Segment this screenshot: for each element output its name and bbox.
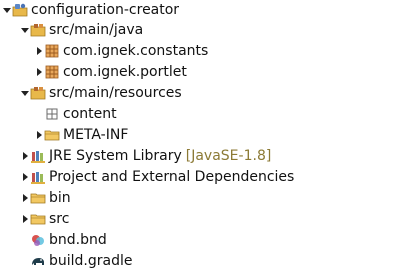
tree-item-package-constants[interactable]: com.ignek.constants <box>0 41 208 61</box>
bnd-file-icon <box>30 232 46 248</box>
folder-icon <box>30 190 46 206</box>
tree-item-label: content <box>63 106 117 122</box>
tree-item-bin[interactable]: bin <box>0 188 71 208</box>
jre-version-decoration: [JavaSE-1.8] <box>185 148 272 164</box>
library-icon <box>30 169 46 185</box>
chevron-right-icon[interactable] <box>34 41 44 61</box>
tree-item-content[interactable]: content <box>0 104 117 124</box>
chevron-right-icon[interactable] <box>34 125 44 145</box>
tree-item-jre-system-library[interactable]: JRE System Library [JavaSE-1.8] <box>0 146 271 166</box>
chevron-right-icon[interactable] <box>20 209 30 229</box>
tree-item-label: src/main/resources <box>49 85 182 101</box>
folder-icon <box>44 127 60 143</box>
tree-item-label: configuration-creator <box>31 2 180 18</box>
tree-item-label: build.gradle <box>49 253 133 269</box>
package-icon <box>44 43 60 59</box>
source-folder-icon <box>30 22 46 38</box>
library-icon <box>30 148 46 164</box>
tree-item-src[interactable]: src <box>0 209 69 229</box>
chevron-right-icon[interactable] <box>20 167 30 187</box>
tree-item-src-main-resources[interactable]: src/main/resources <box>0 83 182 103</box>
project-explorer-tree: configuration-creator src/main/java com.… <box>0 0 402 274</box>
tree-item-label: com.ignek.constants <box>63 43 209 59</box>
tree-item-label: com.ignek.portlet <box>63 64 187 80</box>
gradle-project-icon <box>12 2 28 18</box>
tree-item-label: bin <box>49 190 71 206</box>
folder-icon <box>30 211 46 227</box>
tree-item-label: JRE System Library <box>49 148 182 164</box>
chevron-down-icon[interactable] <box>20 83 30 103</box>
tree-item-label: src/main/java <box>49 22 144 38</box>
chevron-right-icon[interactable] <box>20 188 30 208</box>
tree-item-label: bnd.bnd <box>49 232 107 248</box>
chevron-down-icon[interactable] <box>2 0 12 20</box>
chevron-down-icon[interactable] <box>20 20 30 40</box>
package-icon <box>44 64 60 80</box>
tree-item-label: src <box>49 211 70 227</box>
chevron-right-icon[interactable] <box>20 146 30 166</box>
tree-item-src-main-java[interactable]: src/main/java <box>0 20 143 40</box>
tree-item-label: META-INF <box>63 127 129 143</box>
tree-item-build-gradle[interactable]: build.gradle <box>0 251 133 271</box>
gradle-file-icon <box>30 253 46 269</box>
tree-item-label: Project and External Dependencies <box>49 169 295 185</box>
tree-item-package-portlet[interactable]: com.ignek.portlet <box>0 62 187 82</box>
tree-item-meta-inf[interactable]: META-INF <box>0 125 128 145</box>
tree-item-project-dependencies[interactable]: Project and External Dependencies <box>0 167 294 187</box>
tree-item-bnd-file[interactable]: bnd.bnd <box>0 230 107 250</box>
empty-package-icon <box>44 106 60 122</box>
tree-item-configuration-creator[interactable]: configuration-creator <box>0 0 179 20</box>
source-folder-icon <box>30 85 46 101</box>
chevron-right-icon[interactable] <box>34 62 44 82</box>
